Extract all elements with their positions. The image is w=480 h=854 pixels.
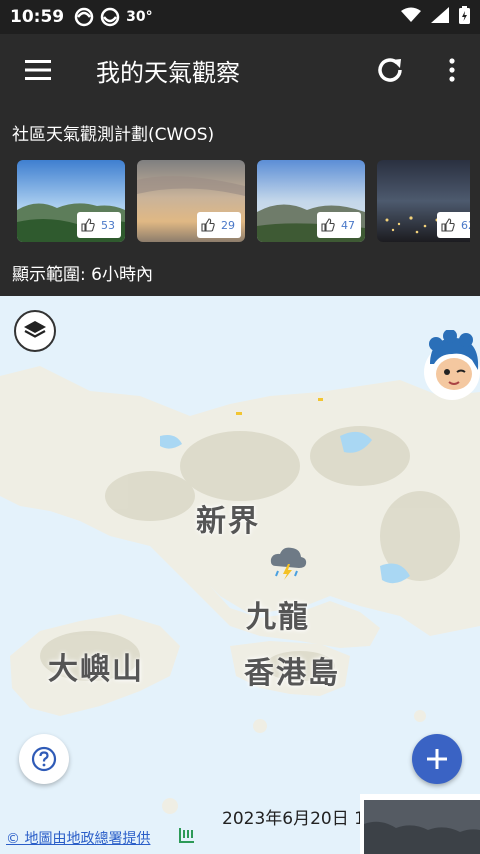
menu-button[interactable] <box>0 34 76 106</box>
more-vertical-icon <box>449 58 455 82</box>
display-range-label: 顯示範圍: 6小時內 <box>12 265 153 285</box>
typhoon-signal-icon <box>100 7 120 27</box>
battery-icon <box>459 6 470 28</box>
more-options-button[interactable] <box>428 46 476 94</box>
like-badge[interactable]: 53 <box>77 212 121 238</box>
map-credit-link[interactable]: © 地圖由地政總署提供 <box>6 828 150 848</box>
wifi-icon <box>401 7 421 27</box>
thumbs-up-icon <box>81 218 95 232</box>
status-temperature: 30° <box>126 9 153 25</box>
like-count: 62 <box>461 218 470 232</box>
cwos-section: 社區天氣觀測計劃(CWOS) 53 29 47 6 顯示範圍: 6小時內 <box>0 106 480 296</box>
photo-thumbnail[interactable]: 62 <box>377 160 470 242</box>
mascot-icon <box>424 329 480 400</box>
place-label-hk-island: 香港島 <box>244 656 340 691</box>
place-label-kowloon: 九龍 <box>246 600 310 635</box>
like-badge[interactable]: 62 <box>437 212 470 238</box>
hamburger-icon <box>25 60 51 80</box>
lands-department-logo-icon <box>178 826 196 844</box>
place-label-lantau: 大嶼山 <box>48 652 144 687</box>
thunderstorm-icon[interactable] <box>268 544 308 580</box>
like-count: 29 <box>221 218 235 232</box>
map-view[interactable]: 新界 九龍 大嶼山 香港島 2023年6月20日 1 © 地圖由地政總署提供 <box>0 296 480 854</box>
page-title: 我的天氣觀察 <box>96 58 240 87</box>
like-count: 53 <box>101 218 115 232</box>
like-count: 47 <box>341 218 355 232</box>
place-label-new-territories: 新界 <box>196 504 260 539</box>
status-time: 10:59 <box>10 7 65 27</box>
app-bar: 我的天氣觀察 <box>0 34 480 106</box>
like-badge[interactable]: 29 <box>197 212 241 238</box>
add-report-button[interactable] <box>412 734 462 784</box>
plus-icon <box>427 749 447 769</box>
photo-thumbnail[interactable]: 29 <box>137 160 245 242</box>
map-timestamp: 2023年6月20日 1 <box>222 809 362 829</box>
cwos-title: 社區天氣觀測計劃(CWOS) <box>12 125 215 145</box>
layers-icon <box>24 321 46 338</box>
thumbs-up-icon <box>321 218 335 232</box>
typhoon-signal-icon <box>74 7 94 27</box>
map-terrain <box>0 296 480 854</box>
photo-thumbnail[interactable]: 53 <box>17 160 125 242</box>
photo-thumbnail[interactable]: 47 <box>257 160 365 242</box>
thumbs-up-icon <box>201 218 215 232</box>
mini-chart-preview[interactable] <box>360 794 480 854</box>
like-badge[interactable]: 47 <box>317 212 361 238</box>
status-bar: 10:59 30° <box>0 0 480 34</box>
refresh-button[interactable] <box>366 46 414 94</box>
help-button[interactable] <box>19 734 69 784</box>
signal-icon <box>431 7 449 27</box>
photo-carousel[interactable]: 53 29 47 62 <box>17 160 470 242</box>
thumbs-up-icon <box>441 218 455 232</box>
mascot-avatar[interactable] <box>416 329 480 400</box>
help-icon <box>31 746 57 772</box>
map-layers-button[interactable] <box>14 310 56 352</box>
refresh-icon <box>378 58 402 82</box>
